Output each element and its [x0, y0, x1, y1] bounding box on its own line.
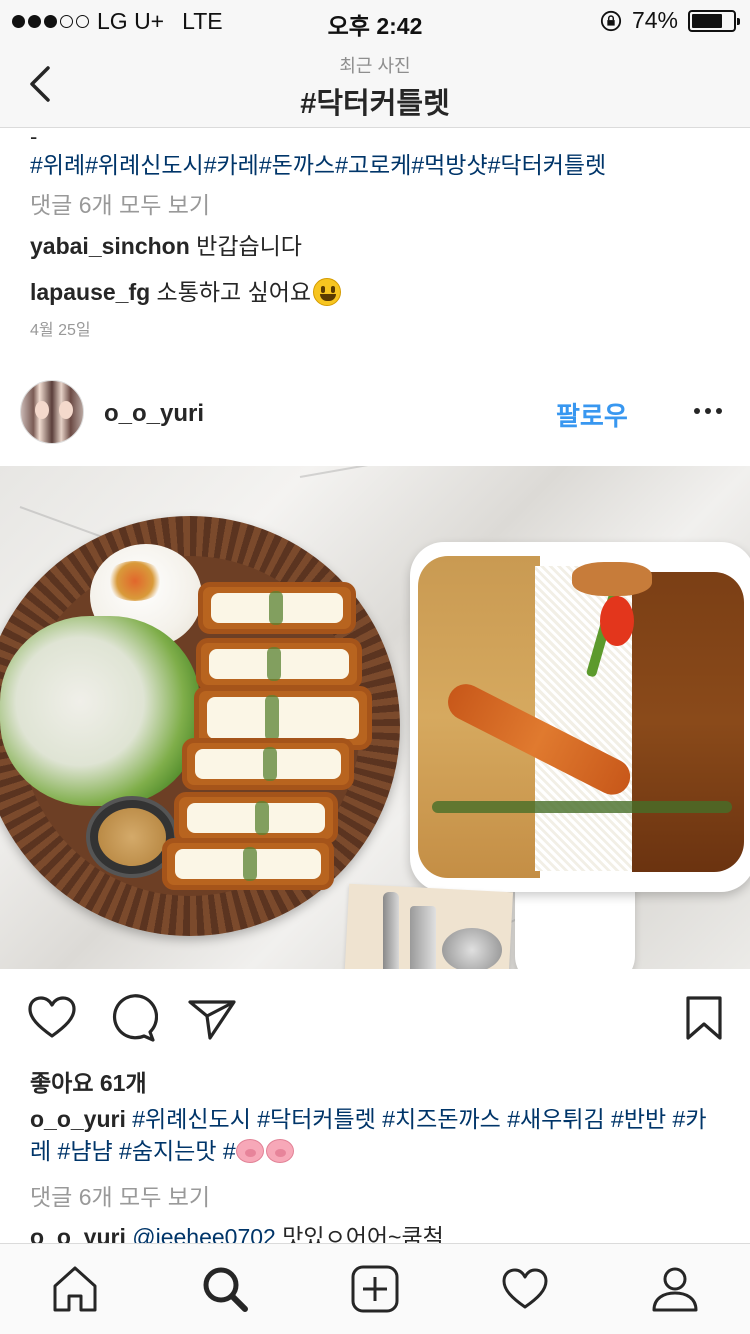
avatar[interactable]	[20, 380, 84, 444]
nav-header: 최근 사진 #닥터커틀렛	[0, 40, 750, 128]
pig-emoji-icon	[235, 1139, 264, 1163]
battery-fill	[692, 13, 722, 28]
heart-icon[interactable]	[26, 992, 78, 1044]
prev-view-all-comments[interactable]: 댓글 6개 모두 보기	[30, 186, 210, 220]
prev-comment-1: yabai_sinchon 반갑습니다	[30, 227, 302, 261]
status-right: 74%	[600, 7, 740, 34]
likes-count[interactable]: 좋아요 61개	[30, 1064, 147, 1098]
nav-title: #닥터커틀렛	[300, 88, 450, 120]
post-username[interactable]: o_o_yuri	[104, 400, 204, 428]
add-icon[interactable]	[350, 1264, 400, 1314]
view-all-comments[interactable]: 댓글 6개 모두 보기	[30, 1178, 210, 1212]
caption-username[interactable]: o_o_yuri	[30, 1106, 126, 1132]
follow-button[interactable]: 팔로우	[556, 396, 628, 433]
search-icon[interactable]	[200, 1264, 250, 1314]
comment-text: 반갑습니다	[196, 233, 302, 259]
comment-username[interactable]: lapause_fg	[30, 279, 150, 305]
caption-hashtags[interactable]: #위례신도시 #닥터커틀렛 #치즈돈까스 #새우튀김 #반반 #카레 #냠냠 #…	[30, 1106, 707, 1164]
more-options-icon[interactable]	[694, 408, 722, 414]
bookmark-icon[interactable]	[678, 992, 730, 1044]
comment-icon[interactable]	[106, 992, 158, 1044]
bottom-tab-bar	[0, 1243, 750, 1334]
comment-text: 소통하고 싶어요	[156, 279, 312, 305]
rotation-lock-icon	[600, 10, 622, 31]
activity-heart-icon[interactable]	[500, 1264, 550, 1314]
prev-hashtags[interactable]: #위례#위례신도시#카레#돈까스#고로케#먹방샷#닥터커틀렛	[30, 146, 606, 180]
status-bar: LG U+ LTE 오후 2:42 74%	[0, 0, 750, 40]
battery-icon	[688, 9, 740, 32]
profile-icon[interactable]	[650, 1264, 700, 1314]
prev-post-date: 4월 25일	[30, 322, 91, 339]
send-icon[interactable]	[186, 992, 238, 1044]
post-action-bar	[0, 988, 750, 1052]
comment-username[interactable]: yabai_sinchon	[30, 233, 190, 259]
home-icon[interactable]	[50, 1264, 100, 1314]
nav-subtitle: 최근 사진	[339, 56, 411, 76]
post-photo[interactable]	[0, 466, 750, 969]
smile-emoji-icon	[313, 278, 342, 306]
post-header: o_o_yuri 팔로우	[0, 380, 750, 446]
post-caption: o_o_yuri #위례신도시 #닥터커틀렛 #치즈돈까스 #새우튀김 #반반 …	[30, 1103, 720, 1167]
prev-comment-2: lapause_fg 소통하고 싶어요	[30, 273, 342, 307]
pig-emoji-icon	[265, 1139, 294, 1163]
battery-percent: 74%	[631, 7, 678, 33]
